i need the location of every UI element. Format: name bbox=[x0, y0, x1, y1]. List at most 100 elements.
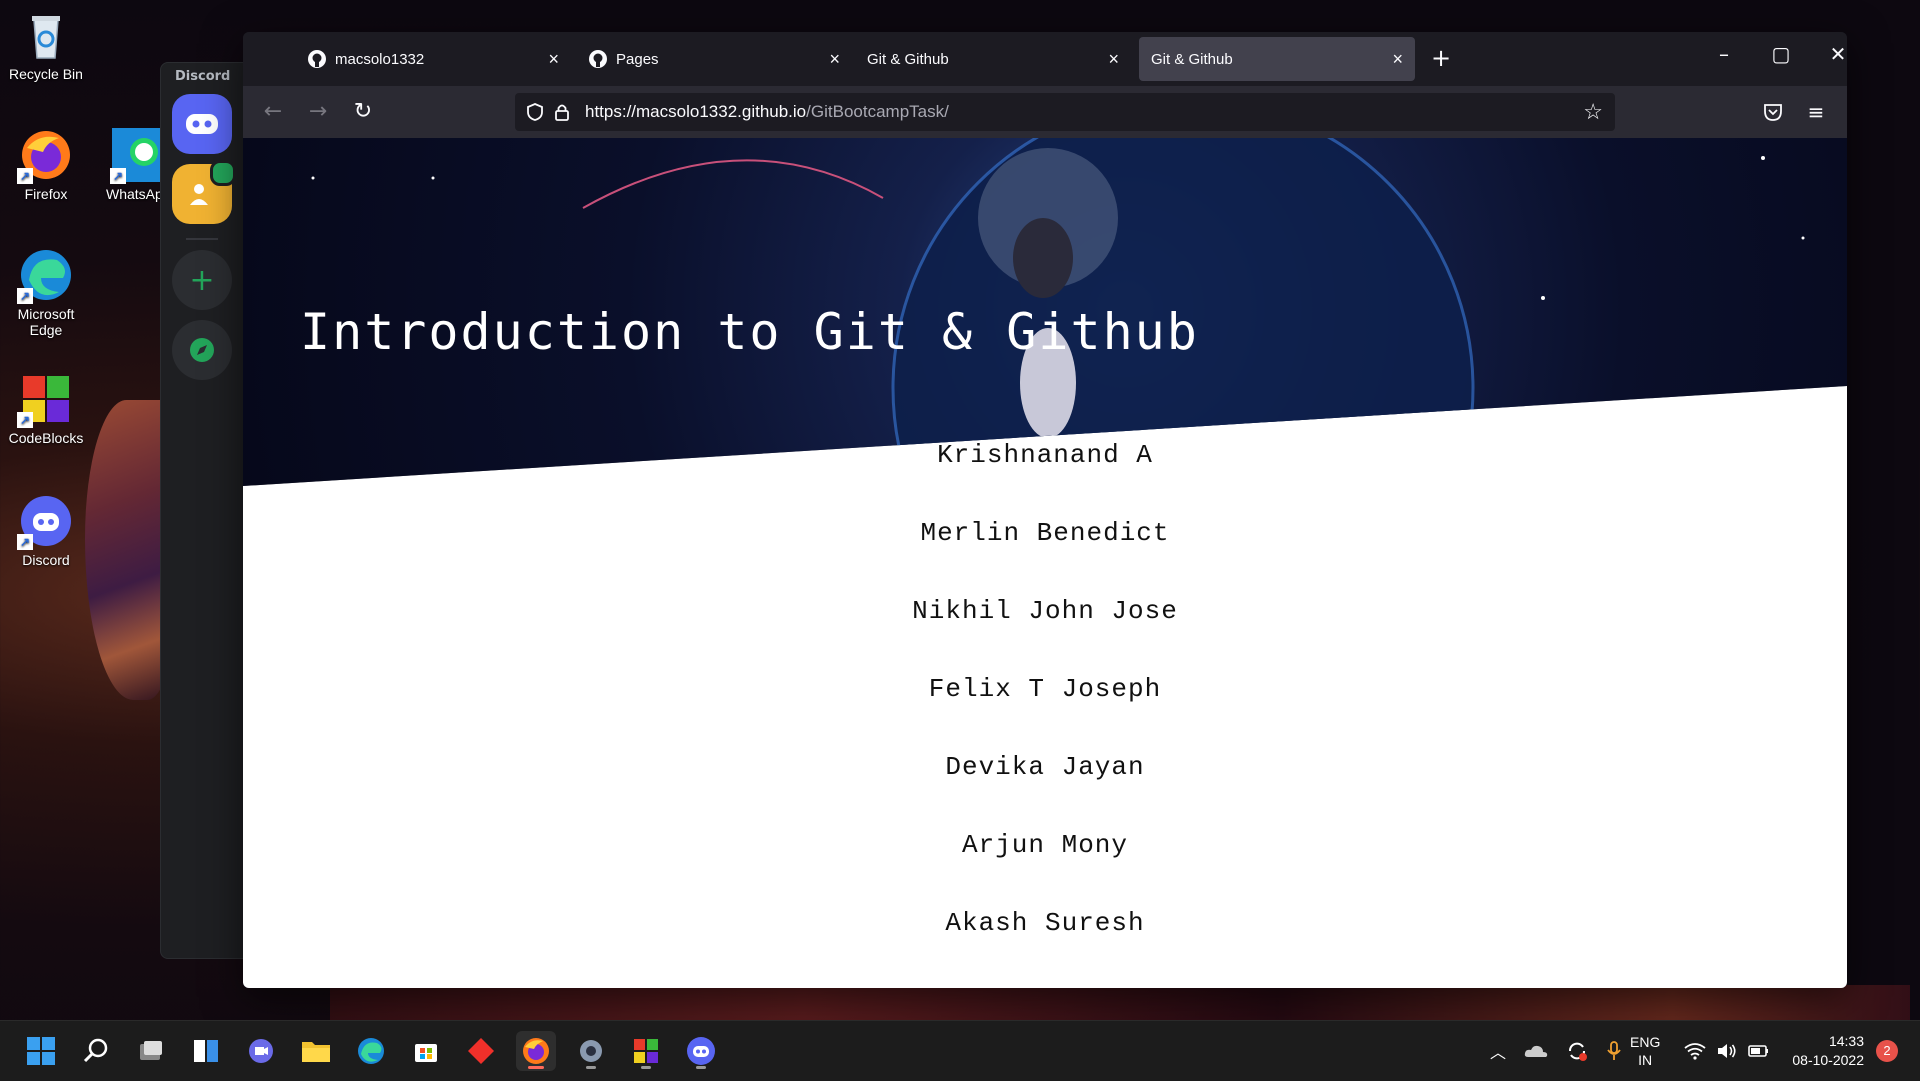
shortcut-arrow-icon: ↗ bbox=[110, 168, 126, 184]
navigation-toolbar: ← → ↻ https://macsolo1332.github.io/GitB… bbox=[243, 86, 1847, 138]
menu-hamburger-icon[interactable]: ≡ bbox=[1801, 98, 1831, 128]
onedrive-icon[interactable] bbox=[1524, 1042, 1548, 1060]
url-host: https://macsolo1332.github.io bbox=[585, 102, 807, 121]
language-indicator[interactable]: ENG IN bbox=[1630, 1021, 1660, 1081]
maximize-button[interactable]: ▢ bbox=[1761, 42, 1801, 66]
close-tab-icon[interactable]: × bbox=[1108, 49, 1119, 70]
desktop-icon-label: Firefox bbox=[24, 186, 68, 202]
codeblocks-taskbar-button[interactable] bbox=[626, 1031, 666, 1071]
list-item: Devika Jayan bbox=[945, 752, 1145, 782]
discord-server-button[interactable] bbox=[172, 160, 236, 224]
tab-macsolo1332[interactable]: macsolo1332 × bbox=[295, 37, 571, 81]
tab-pages[interactable]: Pages × bbox=[576, 37, 852, 81]
clock[interactable]: 14:33 08-10-2022 bbox=[1784, 1021, 1864, 1081]
close-tab-icon[interactable]: × bbox=[548, 49, 559, 70]
list-item: Akash Suresh bbox=[945, 908, 1145, 938]
url-bar[interactable]: https://macsolo1332.github.io/GitBootcam… bbox=[515, 93, 1615, 131]
whatsapp-icon: ↗ bbox=[110, 128, 160, 184]
close-tab-icon[interactable]: × bbox=[1392, 49, 1403, 70]
running-indicator bbox=[586, 1066, 596, 1069]
chevron-up-icon[interactable]: ︿ bbox=[1490, 1039, 1506, 1063]
web-page: Introduction to Git & Github Krishnanand… bbox=[243, 138, 1847, 988]
task-view-button[interactable] bbox=[131, 1031, 171, 1071]
desktop-icon-label: Microsoft Edge bbox=[17, 306, 75, 338]
desktop-icon-whatsapp[interactable]: ↗ WhatsAp bbox=[100, 128, 160, 202]
wallpaper-swirl-bottom bbox=[330, 985, 1910, 1020]
reload-button[interactable]: ↻ bbox=[348, 98, 378, 128]
new-tab-button[interactable]: + bbox=[1421, 44, 1461, 72]
discord-divider bbox=[186, 238, 218, 240]
list-item: Merlin Benedict bbox=[920, 518, 1170, 548]
forward-button[interactable]: → bbox=[303, 98, 333, 128]
start-button[interactable] bbox=[21, 1031, 61, 1071]
discord-title: Discord bbox=[175, 69, 231, 84]
github-icon bbox=[589, 50, 607, 68]
recycle-bin-icon bbox=[19, 8, 73, 62]
firefox-icon bbox=[523, 1038, 549, 1064]
pocket-icon[interactable] bbox=[1762, 101, 1784, 123]
teams-chat-button[interactable] bbox=[241, 1031, 281, 1071]
page-heading: Introduction to Git & Github bbox=[300, 303, 1199, 361]
firefox-taskbar-button[interactable] bbox=[516, 1031, 556, 1071]
firefox-icon: ↗ bbox=[17, 128, 73, 184]
store-icon bbox=[415, 1044, 437, 1062]
microphone-icon[interactable] bbox=[1606, 1040, 1622, 1062]
desktop-icon-codeblocks[interactable]: ↗ CodeBlocks bbox=[6, 372, 86, 446]
bookmark-star-icon[interactable]: ☆ bbox=[1583, 99, 1603, 125]
desktop-icon-label: CodeBlocks bbox=[8, 430, 84, 446]
widgets-button[interactable] bbox=[186, 1031, 226, 1071]
desktop-icon-label: WhatsAp bbox=[106, 186, 160, 202]
list-item: Arjun Mony bbox=[961, 830, 1129, 860]
system-tray: ︿ bbox=[1490, 1021, 1622, 1081]
add-server-button[interactable]: + bbox=[172, 250, 232, 310]
desktop-icon-discord[interactable]: ↗ Discord bbox=[6, 494, 86, 568]
lock-icon[interactable] bbox=[553, 102, 571, 122]
list-item: Felix T Joseph bbox=[928, 674, 1162, 704]
close-window-button[interactable]: ✕ bbox=[1818, 42, 1847, 66]
gear-icon bbox=[580, 1040, 602, 1062]
desktop-icon-firefox[interactable]: ↗ Firefox bbox=[6, 128, 86, 202]
discord-taskbar-button[interactable] bbox=[681, 1031, 721, 1071]
search-button[interactable] bbox=[76, 1031, 116, 1071]
github-icon bbox=[308, 50, 326, 68]
settings-button[interactable] bbox=[571, 1031, 611, 1071]
taskbar: ︿ ENG IN 14:33 08-10-2022 2 bbox=[0, 1020, 1920, 1081]
diamond-app-icon bbox=[468, 1038, 494, 1064]
minimize-button[interactable]: – bbox=[1704, 42, 1744, 66]
region-code: IN bbox=[1638, 1052, 1653, 1068]
search-icon bbox=[83, 1038, 108, 1063]
battery-icon bbox=[1748, 1045, 1768, 1057]
tab-title: Git & Github bbox=[867, 50, 949, 68]
desktop-icon-recycle-bin[interactable]: Recycle Bin bbox=[6, 8, 86, 82]
file-explorer-button[interactable] bbox=[296, 1031, 336, 1071]
tab-title: Git & Github bbox=[1151, 50, 1233, 68]
close-tab-icon[interactable]: × bbox=[829, 49, 840, 70]
sync-icon[interactable] bbox=[1566, 1040, 1588, 1062]
list-item: Krishnanand A bbox=[937, 440, 1153, 470]
task-view-icon bbox=[140, 1041, 162, 1060]
tab-git-github-1[interactable]: Git & Github × bbox=[855, 37, 1131, 81]
discord-home-button[interactable] bbox=[172, 94, 232, 154]
running-indicator bbox=[696, 1066, 706, 1069]
notification-badge[interactable]: 2 bbox=[1876, 1040, 1898, 1062]
url-path: /GitBootcampTask/ bbox=[806, 102, 949, 121]
back-button[interactable]: ← bbox=[258, 98, 288, 128]
clock-date: 08-10-2022 bbox=[1792, 1052, 1864, 1068]
shortcut-arrow-icon: ↗ bbox=[17, 288, 33, 304]
shield-icon[interactable] bbox=[525, 102, 545, 122]
chat-icon bbox=[249, 1039, 273, 1063]
tab-bar: macsolo1332 × Pages × Git & Github × Git… bbox=[243, 32, 1847, 86]
desktop-icon-edge[interactable]: ↗ Microsoft Edge bbox=[6, 248, 86, 338]
codeblocks-icon bbox=[634, 1039, 658, 1063]
plus-icon: + bbox=[189, 262, 215, 298]
store-button[interactable] bbox=[406, 1031, 446, 1071]
shortcut-arrow-icon: ↗ bbox=[17, 168, 33, 184]
explore-servers-button[interactable] bbox=[172, 320, 232, 380]
git-app-button[interactable] bbox=[461, 1031, 501, 1071]
quick-settings[interactable] bbox=[1684, 1021, 1770, 1081]
tab-title: macsolo1332 bbox=[335, 50, 425, 68]
running-indicator bbox=[528, 1066, 544, 1069]
compass-icon bbox=[190, 338, 214, 362]
tab-git-github-active[interactable]: Git & Github × bbox=[1139, 37, 1415, 81]
edge-taskbar-button[interactable] bbox=[351, 1031, 391, 1071]
